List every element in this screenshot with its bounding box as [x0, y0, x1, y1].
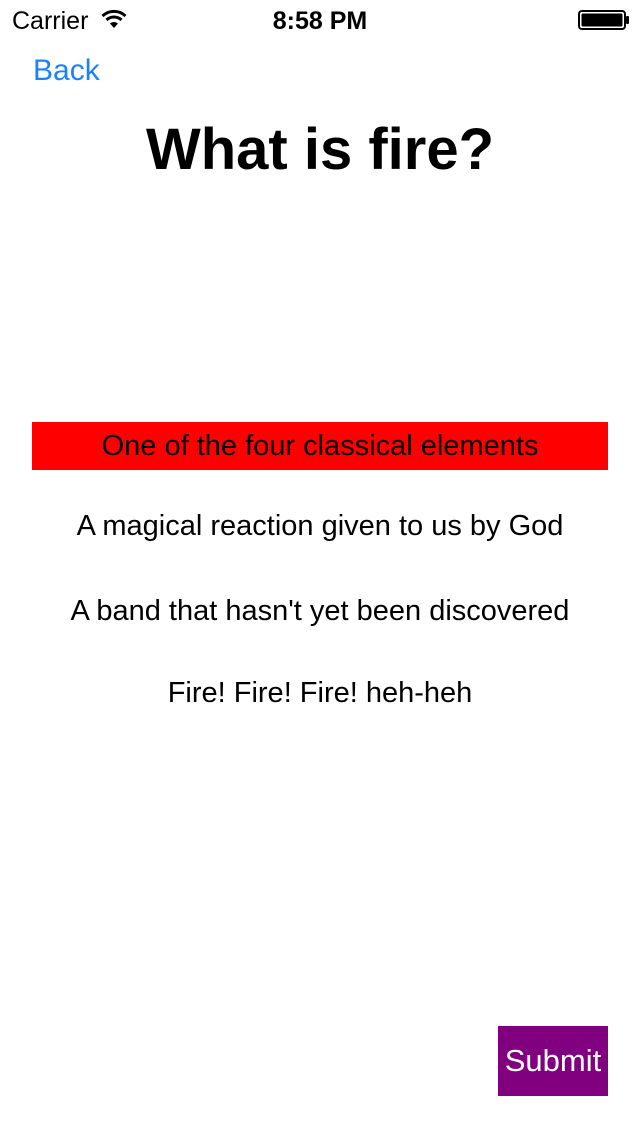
answer-option-4[interactable]: Fire! Fire! Fire! heh-heh — [32, 669, 608, 717]
answer-option-1[interactable]: One of the four classical elements — [32, 422, 608, 470]
status-bar: Carrier 8:58 PM — [0, 0, 640, 40]
battery-full-icon — [578, 10, 629, 30]
answer-option-2[interactable]: A magical reaction given to us by God — [32, 502, 608, 550]
back-button[interactable]: Back — [33, 53, 100, 89]
status-time: 8:58 PM — [272, 7, 368, 35]
submit-button[interactable]: Submit — [498, 1026, 608, 1096]
quiz-screen: Carrier 8:58 PM Back What is fire? One o… — [0, 0, 640, 1136]
question-title: What is fire? — [145, 117, 495, 182]
answer-option-3[interactable]: A band that hasn't yet been discovered — [32, 587, 608, 635]
